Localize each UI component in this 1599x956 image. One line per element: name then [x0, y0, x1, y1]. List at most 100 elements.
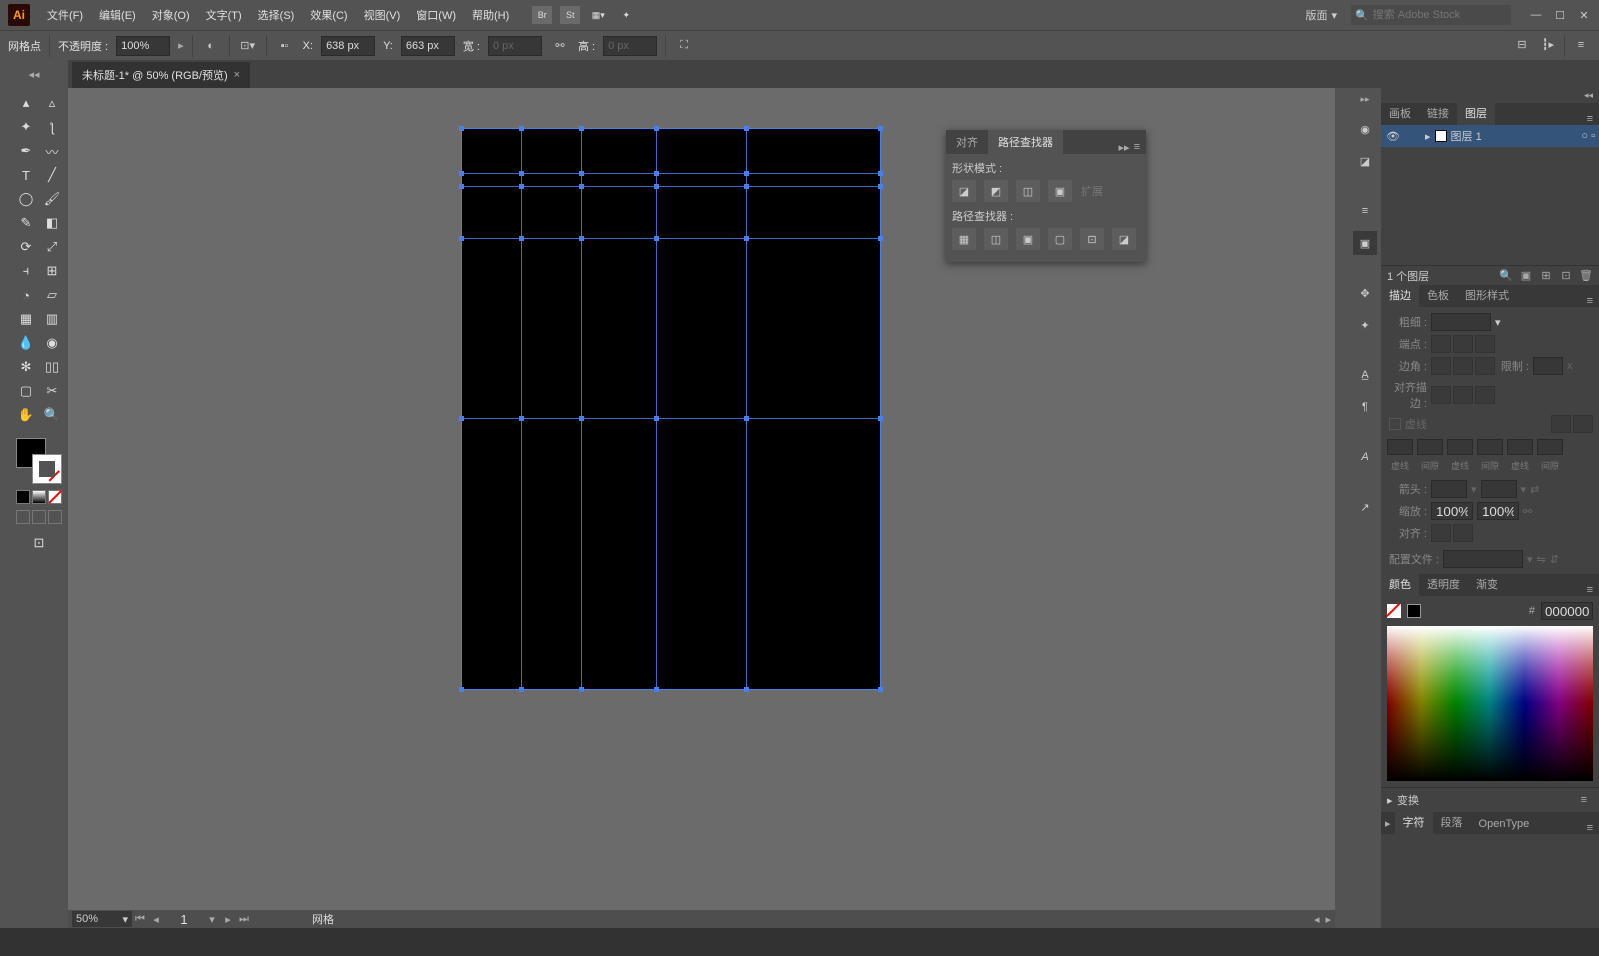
- stroke-swatch[interactable]: [32, 454, 62, 484]
- menu-edit[interactable]: 编辑(E): [92, 3, 143, 27]
- anchor-point[interactable]: [519, 687, 524, 692]
- anchor-point[interactable]: [459, 236, 464, 241]
- visibility-icon[interactable]: 👁: [1385, 130, 1401, 143]
- glyphs-panel-icon[interactable]: ✦: [1353, 313, 1377, 337]
- column-graph-tool[interactable]: ▯▯: [40, 356, 64, 378]
- type-tool[interactable]: T: [14, 164, 38, 186]
- panel-menu-icon[interactable]: ≡: [1571, 35, 1591, 55]
- width-tool[interactable]: ⫞: [14, 260, 38, 282]
- stroke-panel-menu-icon[interactable]: ≡: [1581, 295, 1599, 307]
- artboard-number-input[interactable]: [164, 912, 204, 927]
- tab-pathfinder[interactable]: 路径查找器: [988, 130, 1063, 154]
- arrange-docs-icon[interactable]: ▦▾: [588, 6, 608, 24]
- anchor-point[interactable]: [654, 126, 659, 131]
- next-artboard-button[interactable]: ▸: [220, 913, 236, 926]
- layer-name[interactable]: 图层 1: [1451, 128, 1482, 144]
- trim-icon[interactable]: ◫: [984, 228, 1008, 250]
- tab-color[interactable]: 颜色: [1381, 572, 1419, 596]
- anchor-point[interactable]: [459, 416, 464, 421]
- menu-type[interactable]: 文字(T): [199, 3, 249, 27]
- link-wh-icon[interactable]: ⚯: [550, 36, 570, 56]
- brushes-panel-icon[interactable]: ≡: [1353, 199, 1377, 223]
- slice-tool[interactable]: ✂: [40, 380, 64, 402]
- minus-front-icon[interactable]: ◩: [984, 180, 1008, 202]
- locate-layer-icon[interactable]: 🔍: [1499, 269, 1513, 283]
- fill-stroke-swatch[interactable]: [16, 438, 62, 484]
- stroke-weight-input[interactable]: [1431, 313, 1491, 331]
- lasso-tool[interactable]: ƪ: [40, 116, 64, 138]
- new-sublayer-icon[interactable]: ⊞: [1539, 269, 1553, 283]
- close-button[interactable]: ✕: [1577, 9, 1591, 22]
- anchor-point[interactable]: [878, 184, 883, 189]
- anchor-point[interactable]: [579, 687, 584, 692]
- anchor-point[interactable]: [878, 126, 883, 131]
- merge-icon[interactable]: ▣: [1016, 228, 1040, 250]
- pathfinder-panel[interactable]: 对齐 路径查找器 ▸▸≡ 形状模式 : ◪ ◩ ◫ ▣ 扩展 路径查找器 : ▦…: [946, 130, 1146, 262]
- exclude-icon[interactable]: ▣: [1048, 180, 1072, 202]
- line-tool[interactable]: ╱: [40, 164, 64, 186]
- y-input[interactable]: [401, 36, 455, 56]
- libraries-panel-icon[interactable]: ◪: [1353, 149, 1377, 173]
- properties-panel-icon[interactable]: ◉: [1353, 117, 1377, 141]
- last-artboard-button[interactable]: ⏭: [236, 913, 252, 926]
- recolor-icon[interactable]: ◐: [201, 36, 221, 56]
- transform-grid-icon[interactable]: ⊡▾: [238, 36, 258, 56]
- shape-builder-tool[interactable]: ◔: [14, 284, 38, 306]
- color-mode-none[interactable]: [48, 490, 62, 504]
- direct-selection-tool[interactable]: ▵: [40, 92, 64, 114]
- tab-close-icon[interactable]: ×: [234, 69, 240, 81]
- opacity-flyout-icon[interactable]: ▸: [178, 39, 184, 52]
- color-mode-gradient[interactable]: [32, 490, 46, 504]
- char-panel-icon[interactable]: ✥: [1353, 281, 1377, 305]
- menu-effect[interactable]: 效果(C): [303, 3, 354, 27]
- anchor-point[interactable]: [579, 184, 584, 189]
- anchor-point[interactable]: [579, 236, 584, 241]
- curvature-tool[interactable]: 〰: [40, 140, 64, 162]
- anchor-point[interactable]: [878, 171, 883, 176]
- typography-panel-icon[interactable]: A: [1353, 445, 1377, 469]
- screen-mode-tool[interactable]: ⊡: [27, 532, 51, 554]
- color-mode-solid[interactable]: [16, 490, 30, 504]
- anchor-point[interactable]: [579, 126, 584, 131]
- maximize-button[interactable]: ☐: [1553, 9, 1567, 22]
- hex-input[interactable]: [1541, 602, 1593, 620]
- anchor-point[interactable]: [654, 687, 659, 692]
- menu-view[interactable]: 视图(V): [357, 3, 408, 27]
- symbols-panel-icon[interactable]: ▣: [1353, 231, 1377, 255]
- canvas[interactable]: // anchors added after data load below 5…: [68, 88, 1349, 928]
- collapse-right-dock-icon[interactable]: ▸▸: [1360, 94, 1369, 105]
- anchor-point[interactable]: [579, 171, 584, 176]
- tab-character[interactable]: 字符: [1395, 810, 1433, 834]
- hscroll-left[interactable]: ◂: [1314, 913, 1320, 926]
- layers-panel-menu-icon[interactable]: ≡: [1581, 113, 1599, 125]
- collapse-float-icon[interactable]: ▸▸: [1119, 141, 1130, 154]
- outline-icon[interactable]: ⊡: [1080, 228, 1104, 250]
- align-to-icon[interactable]: ⊟: [1512, 35, 1532, 55]
- eraser-tool[interactable]: ◧: [40, 212, 64, 234]
- pen-tool[interactable]: ✒: [14, 140, 38, 162]
- shaper-tool[interactable]: ✎: [14, 212, 38, 234]
- anchor-point[interactable]: [744, 416, 749, 421]
- expand-layer-icon[interactable]: ▸: [1425, 130, 1431, 143]
- unite-icon[interactable]: ◪: [952, 180, 976, 202]
- anchor-point[interactable]: [519, 184, 524, 189]
- draw-behind[interactable]: [32, 510, 46, 524]
- workspace-switcher[interactable]: 版面 ▾: [1299, 5, 1343, 25]
- eyedropper-tool[interactable]: 💧: [14, 332, 38, 354]
- x-input[interactable]: [321, 36, 375, 56]
- transform-panel-menu-icon[interactable]: ≡: [1575, 794, 1593, 806]
- symbol-sprayer-tool[interactable]: ✻: [14, 356, 38, 378]
- tab-artboards[interactable]: 画板: [1381, 101, 1419, 125]
- vertical-scrollbar[interactable]: [1335, 88, 1349, 928]
- appearance-panel-icon[interactable]: A̲: [1353, 363, 1377, 387]
- perspective-grid-tool[interactable]: ▱: [40, 284, 64, 306]
- magic-wand-tool[interactable]: ✦: [14, 116, 38, 138]
- minus-back-icon[interactable]: ◪: [1112, 228, 1136, 250]
- menu-select[interactable]: 选择(S): [251, 3, 302, 27]
- anchor-point[interactable]: [654, 236, 659, 241]
- anchor-point[interactable]: [654, 171, 659, 176]
- align-options-icon[interactable]: ┇▸: [1538, 35, 1558, 55]
- anchor-point[interactable]: [878, 416, 883, 421]
- opacity-input[interactable]: [116, 36, 170, 56]
- blend-tool[interactable]: ◉: [40, 332, 64, 354]
